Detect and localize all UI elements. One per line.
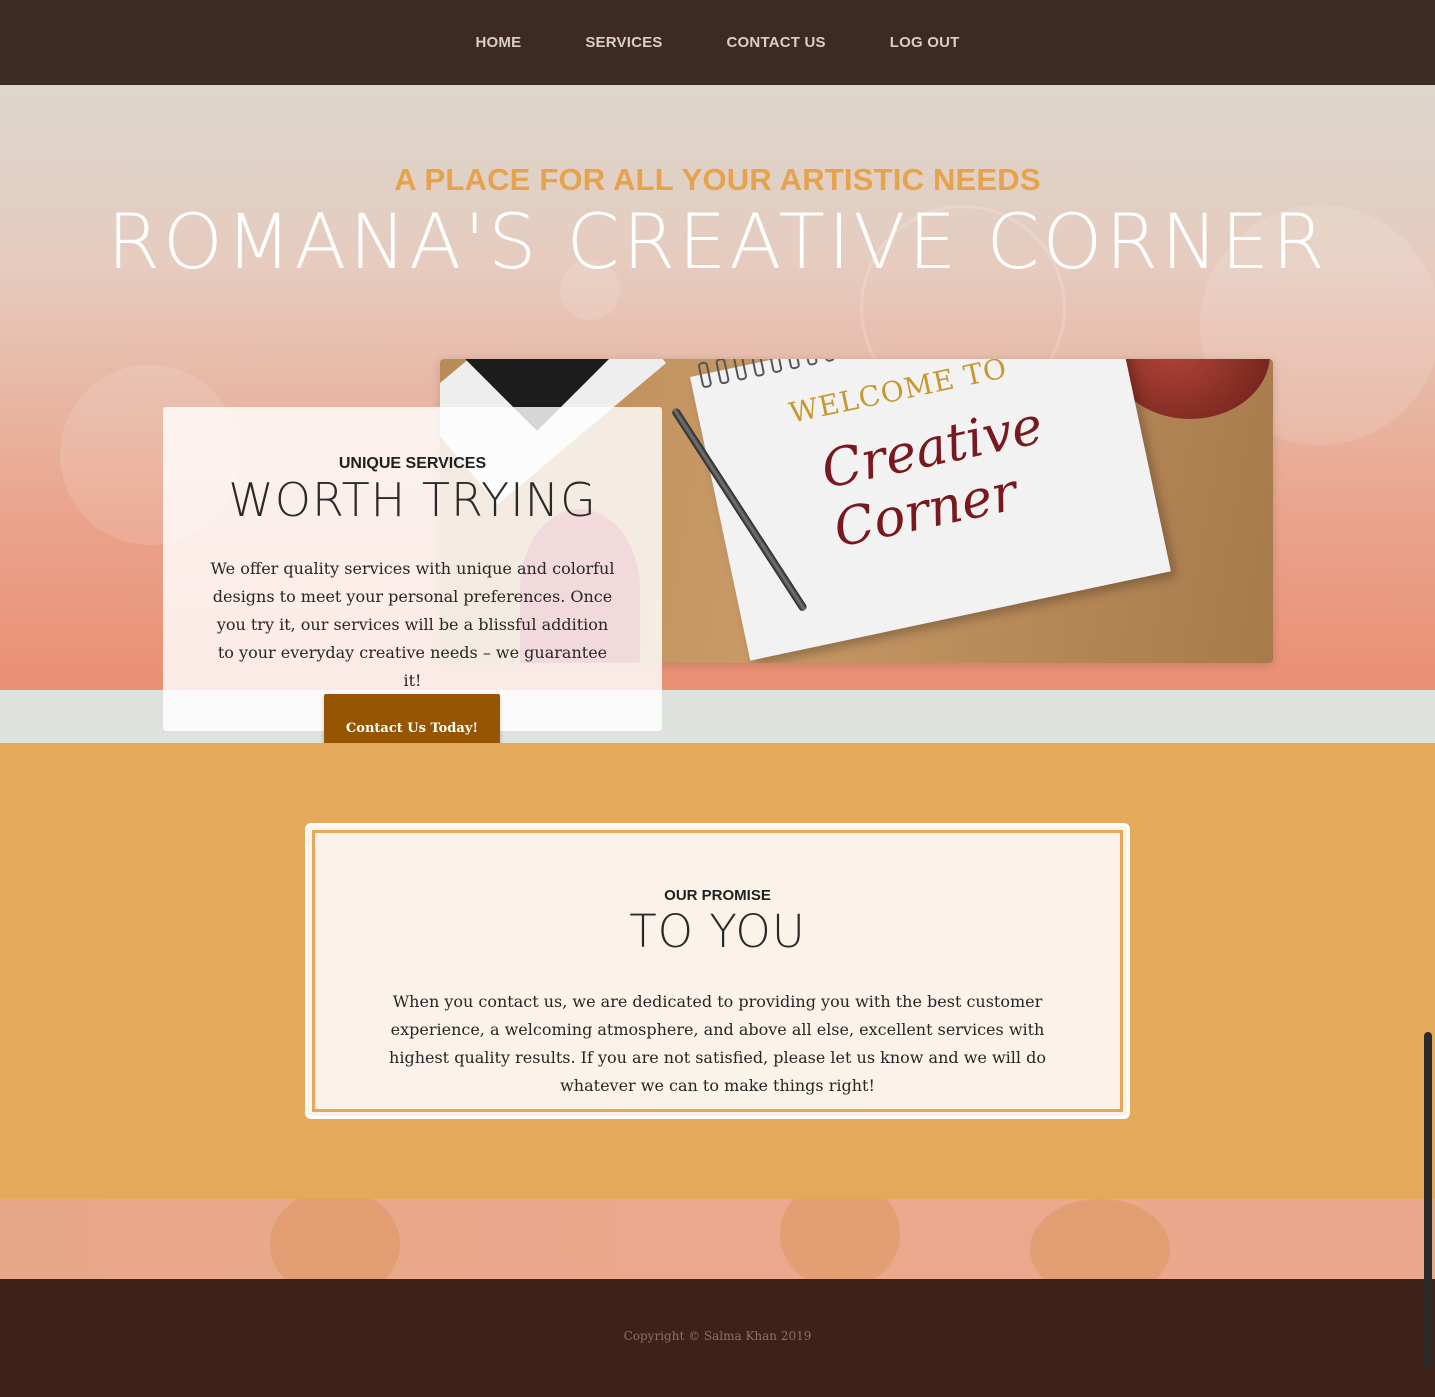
decorative-blob [780, 1199, 900, 1279]
hero-tagline: A PLACE FOR ALL YOUR ARTISTIC NEEDS [394, 162, 1041, 197]
site-title: ROMANA'S CREATIVE CORNER [107, 197, 1328, 286]
promise-inner-border: OUR PROMISE TO YOU When you contact us, … [312, 830, 1123, 1112]
promise-heading: TO YOU [629, 905, 806, 958]
services-eyebrow: UNIQUE SERVICES [338, 455, 487, 472]
nav-link-log-out[interactable]: LOG OUT [890, 34, 960, 51]
promise-box: OUR PROMISE TO YOU When you contact us, … [305, 823, 1130, 1119]
decorative-band [0, 1199, 1435, 1279]
services-card: UNIQUE SERVICES WORTH TRYING We offer qu… [163, 407, 662, 731]
copyright-text: Copyright © Salma Khan 2019 [623, 1329, 812, 1343]
page-scrollbar[interactable] [1424, 1032, 1432, 1368]
promise-description: When you contact us, we are dedicated to… [389, 992, 1046, 1095]
top-navigation: HOME SERVICES CONTACT US LOG OUT [0, 0, 1435, 85]
site-footer: Copyright © Salma Khan 2019 [0, 1279, 1435, 1397]
nav-link-home[interactable]: HOME [476, 34, 522, 51]
services-description: We offer quality services with unique an… [210, 559, 615, 690]
nav-link-contact-us[interactable]: CONTACT US [727, 34, 826, 51]
promise-eyebrow: OUR PROMISE [664, 887, 771, 904]
decorative-blob [1030, 1199, 1170, 1279]
notepad: WELCOME TO Creative Corner [690, 359, 1171, 661]
decorative-blob [270, 1199, 400, 1279]
nav-link-services[interactable]: SERVICES [585, 34, 662, 51]
services-heading: WORTH TRYING [228, 473, 597, 527]
